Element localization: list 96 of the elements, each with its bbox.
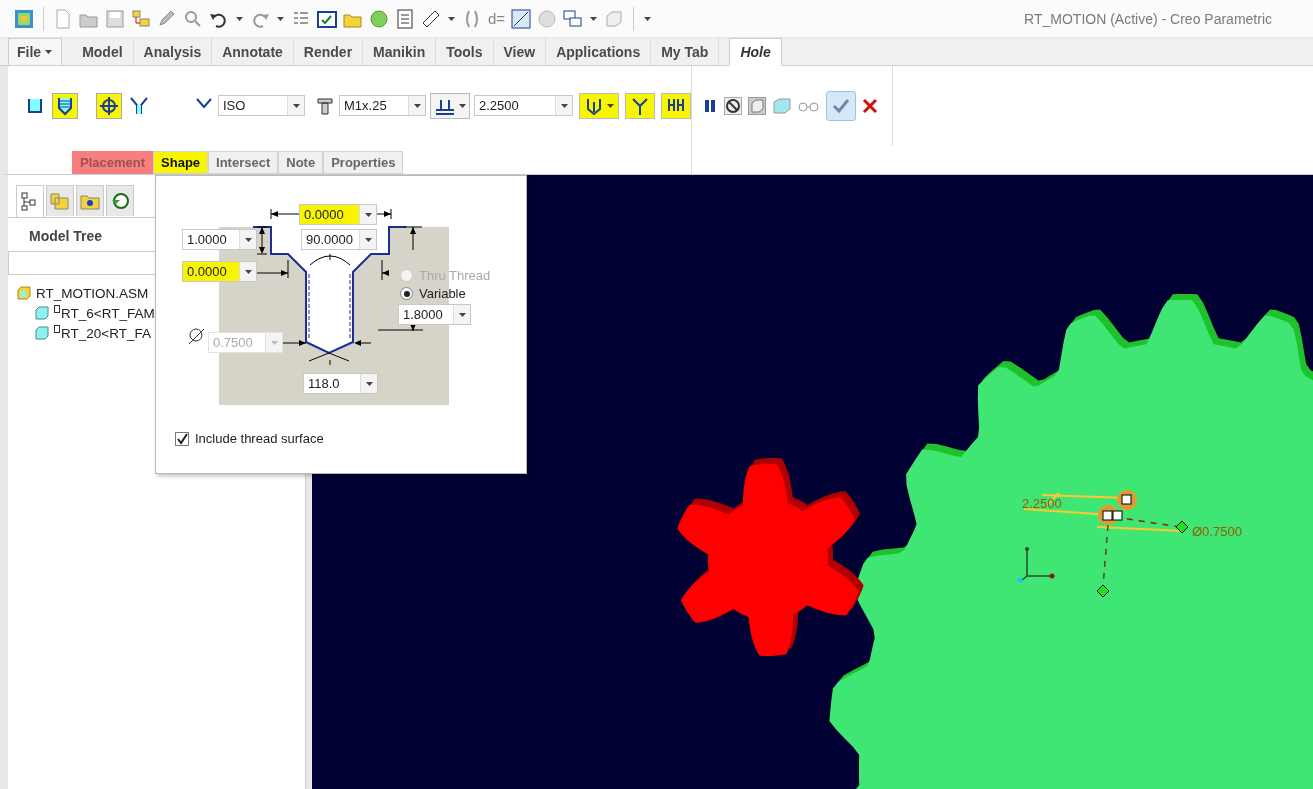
anchor-icon[interactable] — [1175, 520, 1189, 534]
file-menu[interactable]: File — [8, 38, 63, 65]
part-icon — [34, 305, 50, 321]
ribbon-tab[interactable]: Manikin — [363, 38, 437, 65]
dropdown-field[interactable]: 0.0000 — [182, 261, 257, 282]
ribbon-tab[interactable]: Hole — [729, 38, 782, 66]
caret-icon — [364, 379, 374, 388]
panel-tab[interactable]: Shape — [153, 151, 209, 174]
caret-icon — [457, 101, 467, 110]
panel-title: Model Tree — [29, 228, 103, 246]
hole-option-button[interactable] — [661, 92, 691, 119]
caret-icon — [243, 267, 253, 276]
close-icon[interactable] — [862, 98, 878, 114]
dimension-label: Ø0.7500 — [1192, 524, 1242, 539]
caret-icon — [363, 235, 373, 244]
tree-item[interactable]: RT_MOTION.ASM — [8, 283, 149, 303]
folders-icon — [50, 191, 70, 211]
assembly-icon — [16, 285, 32, 301]
navigator-tab[interactable] — [16, 185, 44, 217]
depth-button[interactable] — [430, 92, 470, 119]
caret-icon — [457, 310, 467, 319]
check-icon — [832, 98, 850, 114]
axis-icon — [1017, 547, 1055, 583]
panel-tab[interactable]: Intersect — [208, 151, 279, 174]
history-icon — [110, 191, 130, 211]
app-icon[interactable] — [14, 8, 34, 29]
windows-icon[interactable] — [563, 8, 584, 29]
anchor-icon[interactable] — [1096, 584, 1110, 598]
navigator-tab[interactable] — [76, 185, 104, 216]
radio-option[interactable]: Variable — [400, 286, 466, 301]
marker-icon — [54, 325, 60, 333]
ribbon-tab[interactable]: Applications — [546, 38, 652, 65]
caret-icon — [605, 101, 615, 110]
caret-icon[interactable] — [589, 14, 599, 23]
marker-icon — [54, 305, 60, 313]
sphere-icon[interactable] — [369, 8, 389, 29]
ribbon-tab[interactable]: Model — [72, 38, 134, 65]
screw-icon — [315, 95, 335, 116]
dropdown-field[interactable]: ISO — [218, 95, 305, 117]
caret-icon — [363, 210, 373, 219]
ribbon-tab[interactable]: My Tab — [651, 38, 720, 65]
glasses-icon[interactable] — [798, 99, 820, 113]
spread-hole-icon — [630, 95, 650, 116]
caret-icon — [243, 235, 253, 244]
no-preview-icon[interactable] — [724, 97, 742, 115]
window-title: RT_MOTION (Active) - Creo Parametric — [1024, 10, 1272, 27]
panel-tab[interactable]: Properties — [323, 151, 404, 174]
tap-crosshair-icon — [99, 95, 119, 116]
caret-icon — [44, 48, 54, 56]
threaded-hole-icon — [55, 95, 75, 116]
caret-icon — [412, 101, 422, 110]
pencil-icon[interactable] — [157, 8, 177, 29]
magnifier-icon[interactable] — [183, 8, 203, 29]
ribbon-tab[interactable]: Tools — [436, 38, 494, 65]
countersink-icon — [129, 95, 149, 116]
dropdown-field[interactable]: M1x.25 — [339, 95, 426, 117]
hole-option-button[interactable] — [579, 92, 619, 119]
part-icon — [34, 325, 50, 341]
tree-icon[interactable] — [131, 8, 151, 29]
caret-icon — [291, 101, 301, 110]
caret-icon[interactable] — [447, 14, 456, 23]
hole-type-button[interactable] — [96, 92, 122, 119]
fraction-icon[interactable] — [511, 8, 532, 29]
document-icon[interactable] — [395, 8, 415, 29]
drag-handle[interactable] — [1102, 510, 1113, 521]
caret-icon — [559, 101, 569, 110]
navigator-tab[interactable] — [106, 185, 134, 216]
tree-item[interactable]: RT_20<RT_FA — [8, 323, 151, 343]
drag-handle[interactable] — [1121, 494, 1132, 505]
ok-button[interactable] — [826, 91, 856, 121]
dropdown-field[interactable]: 1.8000 — [398, 304, 471, 325]
ribbon-tab[interactable]: Analysis — [133, 38, 213, 65]
ribbon-tab[interactable]: Render — [293, 38, 364, 65]
window-check-icon[interactable] — [317, 8, 337, 29]
dropdown-field[interactable]: 118.0 — [303, 373, 378, 394]
dropdown-field[interactable]: 0.0000 — [299, 204, 377, 225]
checkbox[interactable] — [175, 431, 189, 446]
dropdown-field[interactable]: 90.0000 — [301, 229, 377, 250]
checkbox-option[interactable]: Include thread surface — [175, 431, 324, 446]
caret-icon[interactable] — [643, 14, 653, 23]
ruler-icon[interactable] — [421, 8, 441, 29]
drag-handle[interactable] — [1112, 510, 1123, 521]
panel-tab[interactable]: Note — [278, 151, 324, 174]
dropdown-field[interactable]: 2.2500 — [474, 95, 573, 117]
tree-item[interactable]: RT_6<RT_FAM — [8, 303, 155, 323]
dimension-label: 2.2500 — [1022, 496, 1062, 511]
hole-option-button[interactable] — [625, 92, 655, 119]
caret-icon[interactable] — [276, 14, 285, 23]
caret-icon[interactable] — [235, 14, 244, 23]
pause-icon[interactable] — [702, 98, 718, 114]
hole-type-button[interactable] — [52, 92, 78, 119]
ribbon-tab[interactable]: Annotate — [212, 38, 294, 65]
ribbon-tab[interactable]: View — [493, 38, 547, 65]
search-field[interactable] — [8, 251, 155, 275]
dropdown-field[interactable]: 1.0000 — [182, 229, 257, 250]
caret-icon — [269, 338, 279, 347]
